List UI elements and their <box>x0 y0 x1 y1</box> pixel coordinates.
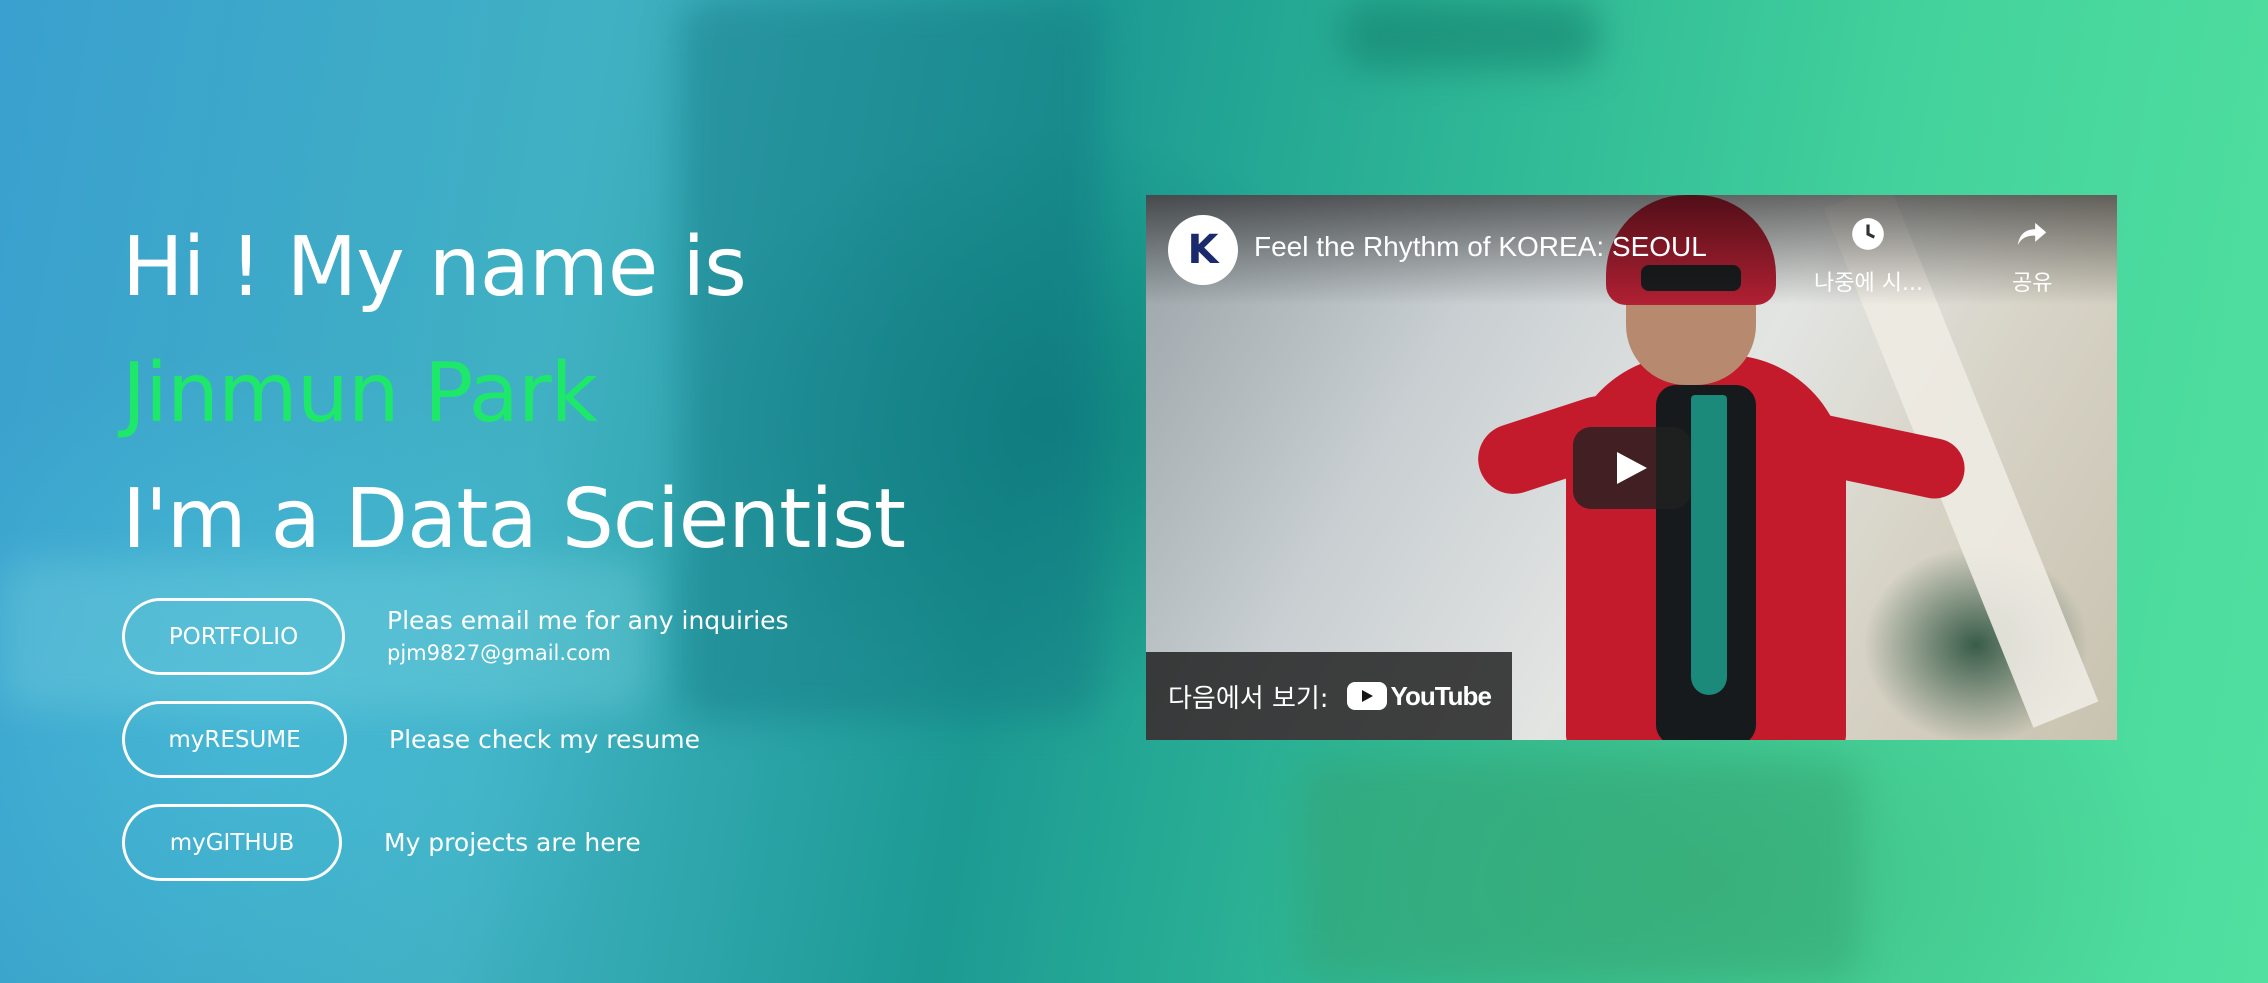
inquiry-text: Pleas email me for any inquiries <box>387 605 789 635</box>
email-text: pjm9827@gmail.com <box>387 640 611 665</box>
youtube-play-icon <box>1346 682 1387 710</box>
video-scene <box>1691 395 1727 695</box>
portfolio-description: Pleas email me for any inquiries pjm9827… <box>387 604 789 670</box>
clock-icon <box>1852 218 1885 250</box>
play-button[interactable] <box>1573 427 1691 509</box>
github-row: myGITHUB My projects are here <box>122 804 641 881</box>
role-text: I'm a Data Scientist <box>122 472 906 567</box>
hero-heading: Hi ! My name is Jinmun Park I'm a Data S… <box>122 205 906 583</box>
greeting-text: Hi ! My name is <box>122 220 747 315</box>
channel-initial: K <box>1187 227 1219 273</box>
channel-avatar[interactable]: K <box>1168 215 1238 285</box>
github-button[interactable]: myGITHUB <box>122 804 342 881</box>
play-icon <box>1617 452 1647 484</box>
video-title[interactable]: Feel the Rhythm of KOREA: SEOUL <box>1254 231 1707 263</box>
watch-on-label: 다음에서 보기: <box>1168 683 1329 714</box>
share-button[interactable]: 공유 <box>2012 215 2052 297</box>
resume-description: Please check my resume <box>389 725 701 754</box>
portfolio-button[interactable]: PORTFOLIO <box>122 598 345 675</box>
watch-on-youtube-link[interactable]: 다음에서 보기: YouTube <box>1146 652 1512 740</box>
watch-later-button[interactable]: 나중에 시... <box>1814 215 1923 297</box>
youtube-embed[interactable]: K Feel the Rhythm of KOREA: SEOUL 나중에 시.… <box>1146 195 2117 740</box>
resume-row: myRESUME Please check my resume <box>122 701 700 778</box>
bg-blur-shape <box>1340 0 1600 70</box>
github-description: My projects are here <box>384 828 641 857</box>
bg-blur-shape <box>1300 760 1860 980</box>
portfolio-row: PORTFOLIO Pleas email me for any inquiri… <box>122 598 789 675</box>
name-text: Jinmun Park <box>122 346 598 441</box>
resume-button[interactable]: myRESUME <box>122 701 347 778</box>
watch-later-label: 나중에 시... <box>1814 271 1923 296</box>
youtube-wordmark: YouTube <box>1390 680 1492 711</box>
youtube-logo: YouTube <box>1346 680 1492 712</box>
share-label: 공유 <box>2012 271 2053 296</box>
share-icon <box>2017 222 2047 246</box>
